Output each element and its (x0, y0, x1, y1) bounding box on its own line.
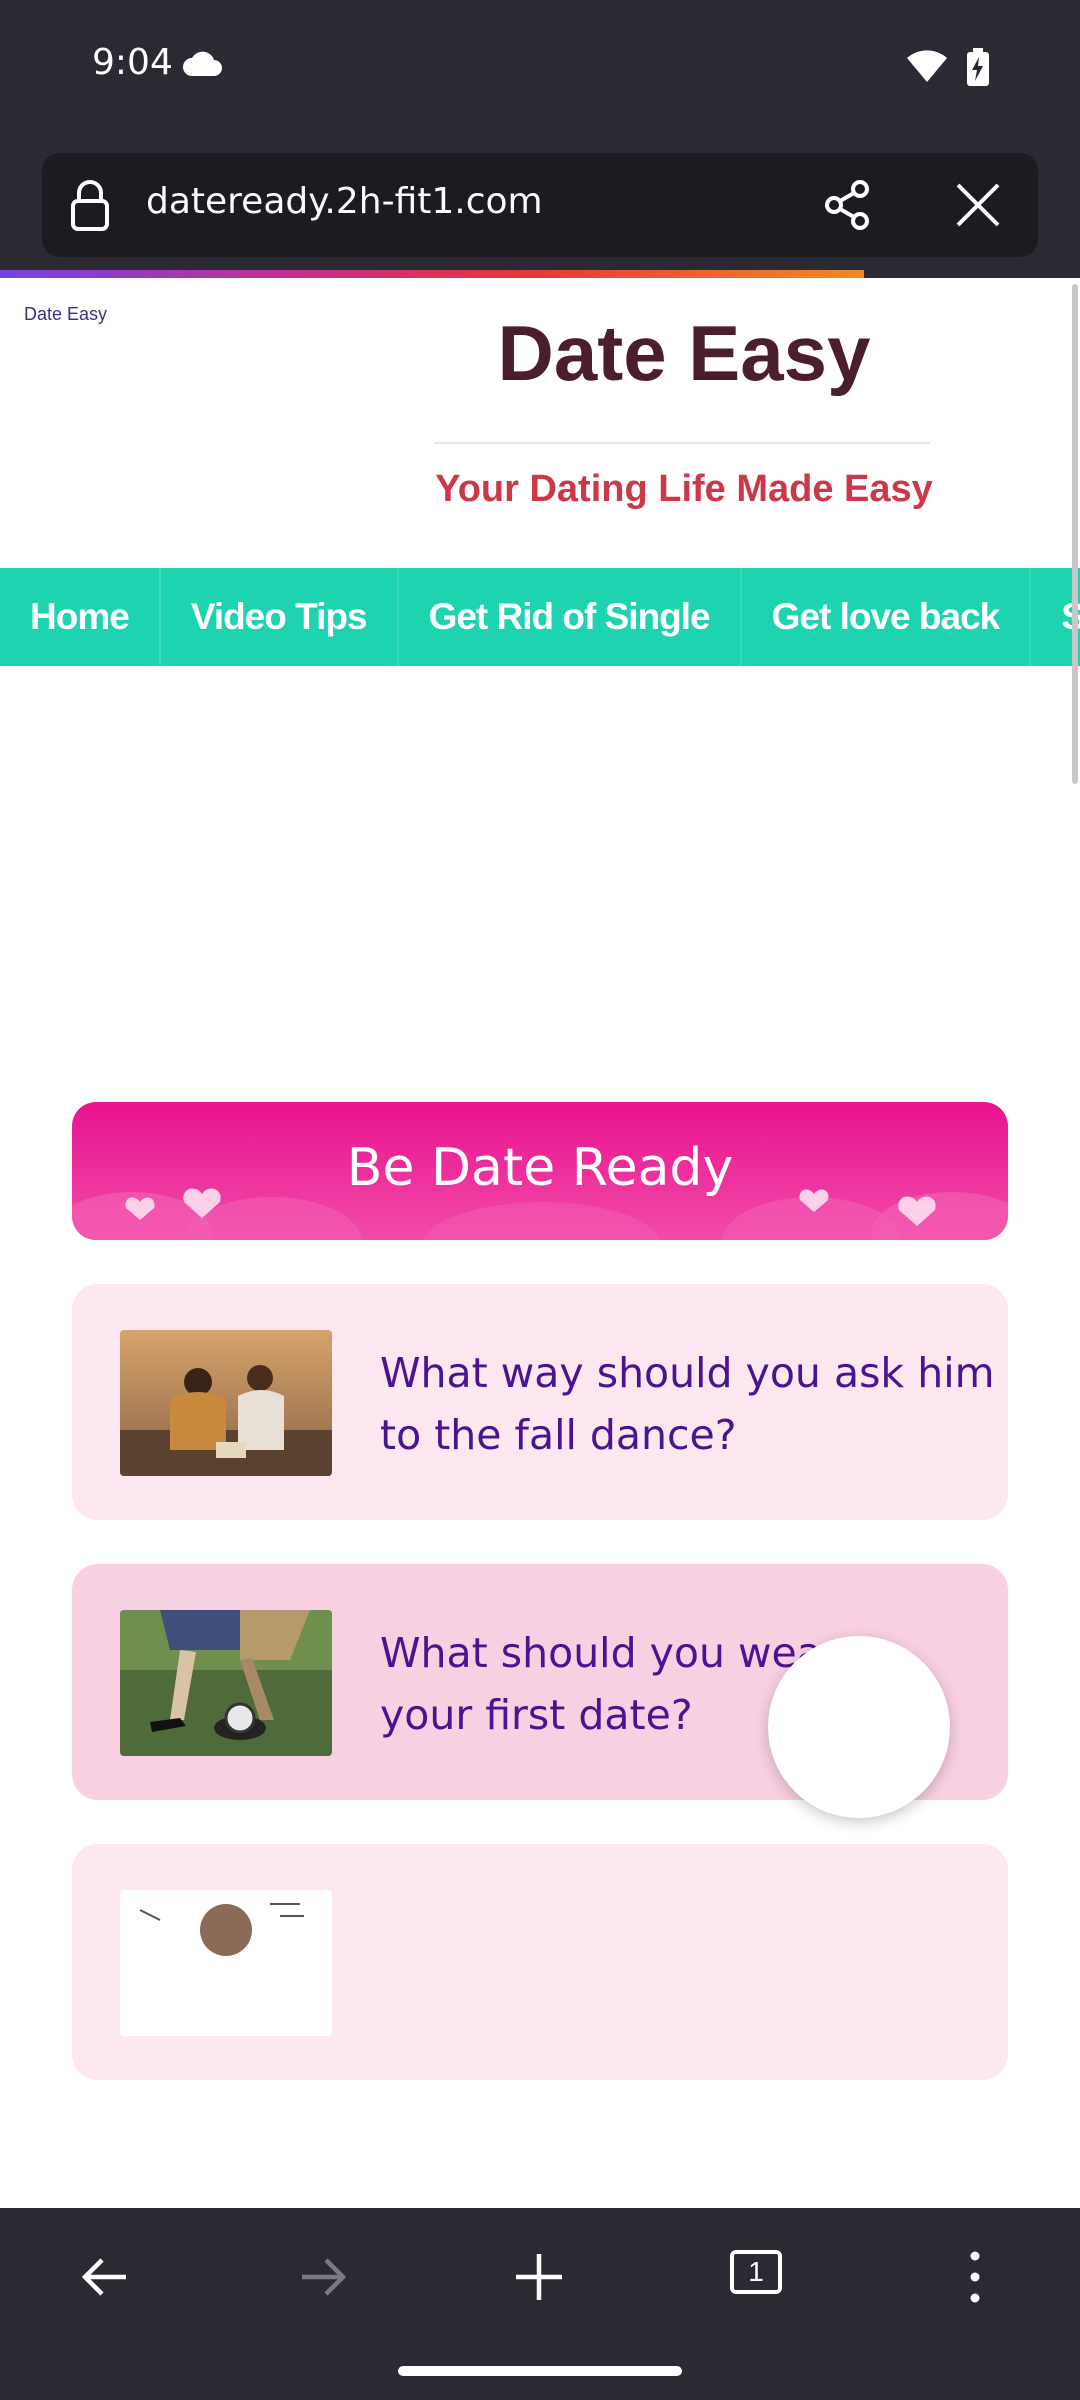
tab-counter[interactable]: 1 (730, 2250, 782, 2294)
forward-arrow-icon[interactable] (296, 2250, 350, 2304)
article-card[interactable] (72, 1844, 1008, 2080)
nav-item-get-rid-of-single[interactable]: Get Rid of Single (399, 568, 740, 666)
status-bar: 9:04 (0, 0, 1080, 140)
bottom-toolbar: 1 (0, 2208, 1080, 2400)
page-load-progress (0, 270, 864, 278)
page-scrollbar[interactable] (1072, 284, 1078, 784)
new-tab-plus-icon[interactable] (512, 2250, 566, 2304)
home-indicator[interactable] (398, 2366, 682, 2376)
article-thumbnail[interactable] (120, 1890, 332, 2036)
article-thumbnail[interactable] (120, 1610, 332, 1756)
site-tag-link[interactable]: Date Easy (24, 304, 107, 325)
address-bar[interactable]: dateready.2h-fit1.com (42, 153, 1038, 257)
lock-icon[interactable] (70, 179, 110, 231)
more-menu-icon[interactable] (962, 2250, 988, 2304)
be-date-ready-banner[interactable]: Be Date Ready (72, 1102, 1008, 1240)
url-text[interactable]: dateready.2h-fit1.com (146, 181, 543, 222)
nav-item-home[interactable]: Home (0, 568, 159, 666)
floating-action-button[interactable] (768, 1636, 950, 1818)
battery-charging-icon (967, 48, 989, 86)
close-icon[interactable] (950, 177, 1006, 233)
status-time: 9:04 (92, 42, 173, 83)
article-card[interactable]: What way should you ask him to the fall … (72, 1284, 1008, 1520)
nav-item-get-love-back[interactable]: Get love back (742, 568, 1030, 666)
article-title[interactable]: What way should you ask him to the fall … (380, 1342, 1000, 1466)
site-tagline: Your Dating Life Made Easy (435, 468, 933, 510)
divider (434, 442, 930, 444)
browser-toolbar: dateready.2h-fit1.com (0, 140, 1080, 278)
wifi-icon (907, 50, 947, 82)
nav-item-video-tips[interactable]: Video Tips (161, 568, 397, 666)
site-title[interactable]: Date Easy (434, 308, 934, 399)
back-arrow-icon[interactable] (78, 2250, 132, 2304)
banner-title: Be Date Ready (346, 1138, 734, 1198)
article-thumbnail[interactable] (120, 1330, 332, 1476)
share-icon[interactable] (820, 177, 876, 233)
cloud-icon (183, 51, 222, 76)
main-nav[interactable]: Home Video Tips Get Rid of Single Get love … (0, 568, 1080, 666)
